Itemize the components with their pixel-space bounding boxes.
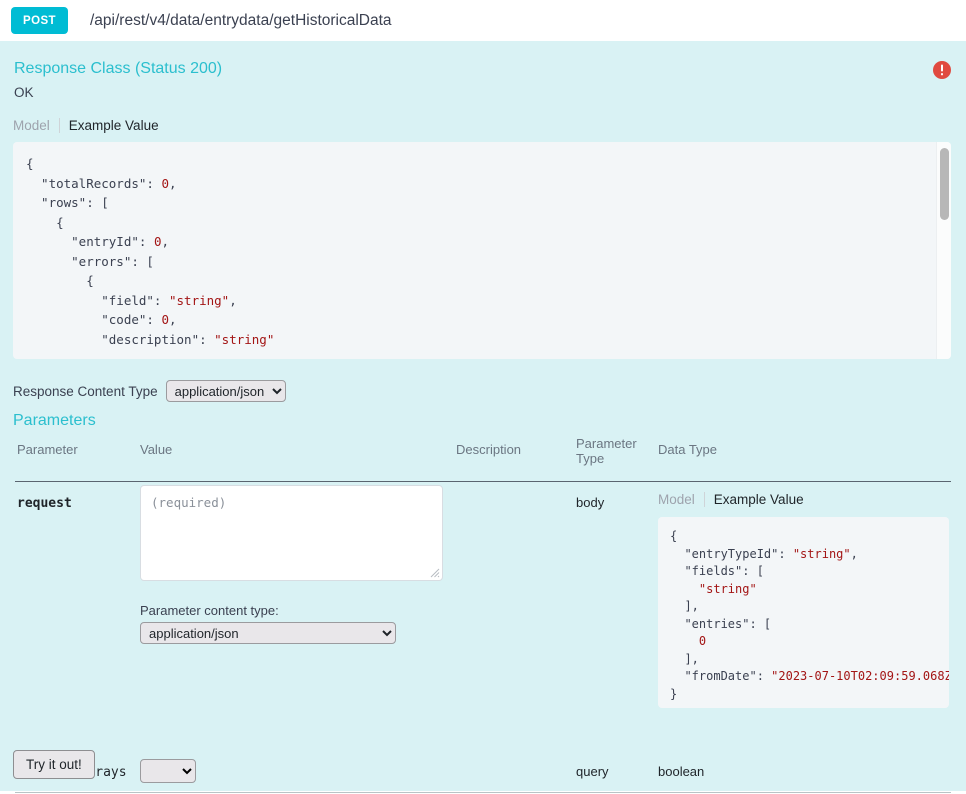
tab-model[interactable]: Model	[13, 118, 59, 133]
try-it-out-button[interactable]: Try it out!	[13, 750, 95, 779]
tab-example-value[interactable]: Example Value	[58, 117, 168, 133]
request-example-panel: { "entryTypeId": "string", "fields": [ "…	[658, 517, 949, 708]
tab-example-value-request[interactable]: Example Value	[703, 491, 813, 507]
response-example-json: { "totalRecords": 0, "rows": [ { "entryI…	[26, 156, 275, 347]
response-status-text: OK	[14, 85, 34, 100]
parameters-table-header: Parameter Value Description Parameter Ty…	[13, 436, 951, 482]
column-header-description: Description	[456, 442, 522, 457]
parameter-type-wrapintoarrays: query	[576, 764, 609, 779]
parameter-content-type-select[interactable]: application/json	[140, 622, 396, 644]
http-method-badge: POST	[11, 7, 68, 34]
response-content-type-select[interactable]: application/json	[165, 380, 286, 402]
parameter-type-request: body	[576, 495, 605, 510]
operation-body: Response Class (Status 200) OK Model Exa…	[0, 41, 966, 794]
request-body-placeholder: (required)	[151, 495, 227, 510]
parameters-table: Parameter Value Description Parameter Ty…	[13, 436, 953, 794]
request-model-tabs[interactable]: Model Example Value	[658, 490, 953, 508]
response-content-type-row: Response Content Type application/json	[13, 380, 286, 402]
response-model-tabs[interactable]: Model Example Value	[13, 115, 168, 135]
column-header-parameter: Parameter	[17, 442, 78, 457]
response-example-scrollbar[interactable]	[936, 142, 951, 359]
scrollbar-thumb[interactable]	[940, 148, 949, 220]
wrapintoarrays-select[interactable]	[140, 759, 196, 783]
parameter-name-request: request	[17, 496, 72, 511]
endpoint-path: /api/rest/v4/data/entrydata/getHistorica…	[90, 11, 392, 29]
column-header-value: Value	[140, 442, 173, 457]
column-header-parameter-type: Parameter Type	[576, 436, 656, 466]
request-example-json: { "entryTypeId": "string", "fields": [ "…	[670, 529, 949, 701]
operation-header[interactable]: POST /api/rest/v4/data/entrydata/getHist…	[0, 0, 966, 41]
tab-model-request[interactable]: Model	[658, 492, 704, 507]
response-content-type-label: Response Content Type	[13, 383, 158, 399]
resize-handle-icon[interactable]	[428, 566, 440, 578]
response-class-title: Response Class (Status 200)	[14, 60, 223, 77]
column-header-data-type: Data Type	[658, 442, 718, 457]
parameters-title: Parameters	[13, 412, 96, 429]
error-circle-icon	[932, 60, 952, 80]
column-header-parameter-type-text: Parameter Type	[576, 436, 637, 466]
swagger-operation-panel: POST /api/rest/v4/data/entrydata/getHist…	[0, 0, 966, 794]
request-body-textarea[interactable]: (required)	[140, 485, 443, 581]
response-example-panel: { "totalRecords": 0, "rows": [ { "entryI…	[13, 142, 951, 359]
table-row: wrapIntoArrays query boolean	[13, 754, 951, 794]
data-type-wrapintoarrays: boolean	[658, 764, 705, 779]
parameter-content-type-label: Parameter content type:	[140, 603, 279, 618]
table-row: request (required) Parameter content typ…	[13, 482, 953, 793]
